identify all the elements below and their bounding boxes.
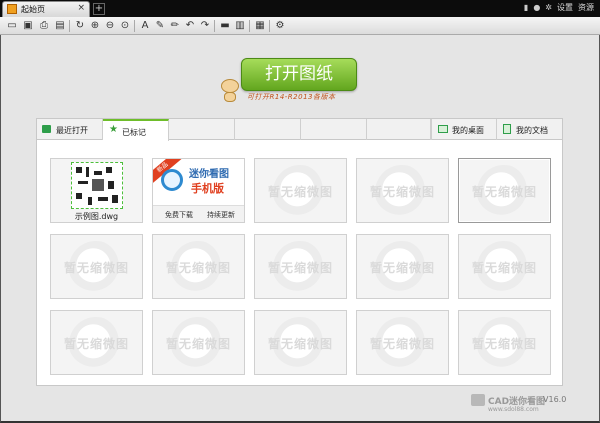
placeholder-text: 暂无缩微图 [267,185,333,199]
phone-icon[interactable]: ▮ [524,3,528,12]
toolbar-divider [134,20,135,32]
continuous-update-label: 持续更新 [207,211,235,219]
thumbnail-empty[interactable]: 暂无缩微图 [50,310,143,375]
placeholder-text: 暂无缩微图 [369,185,435,199]
toolbar-divider [249,20,250,32]
user-icon[interactable]: ● [533,3,540,12]
document-icon [503,124,511,134]
placeholder-text: 暂无缩微图 [267,261,333,275]
tab-empty [301,119,367,140]
tab-recent[interactable]: 最近打开 [37,119,103,140]
pdf-icon[interactable]: ▤ [54,20,66,32]
version-note: 可打开R14-R2013各版本 [247,93,336,101]
thumbnail-empty[interactable]: 暂无缩微图 [152,310,245,375]
tab-empty [169,119,235,140]
thumbnail-empty[interactable]: 暂无缩微图 [458,158,551,223]
layer-icon[interactable]: ▬ [219,20,231,32]
placeholder-text: 暂无缩微图 [63,337,129,351]
thumbnail-mobile-ad[interactable]: 新品 迷你看图 手机版 免费下载 持续更新 [152,158,245,223]
open-drawing-button[interactable]: 打开图纸 [241,58,357,91]
thumbnail-empty[interactable]: 暂无缩微图 [356,310,449,375]
new-tab-button[interactable]: + [93,3,105,15]
settings-link[interactable]: 设置 [557,2,573,13]
tab-marked-label: 已标记 [122,128,146,137]
placeholder-text: 暂无缩微图 [369,337,435,351]
thumbnail-caption: 示例图.dwg [74,212,119,221]
settings-icon[interactable]: ⚙ [274,20,286,32]
thumbnail-empty[interactable]: 暂无缩微图 [254,310,347,375]
zoom-in-icon[interactable]: ⊕ [89,20,101,32]
tab-documents[interactable]: 我的文档 [497,119,562,140]
layout-icon[interactable]: ▥ [234,20,246,32]
tab-label: 起始页 [21,5,45,14]
titlebar-right: ▮ ● ✲ 设置 资源 [524,2,594,13]
magnifier-icon [161,169,183,191]
thumbnail-empty[interactable]: 暂无缩微图 [458,234,551,299]
redo-icon[interactable]: ↷ [199,20,211,32]
toolbar-divider [69,20,70,32]
thumbnail-empty[interactable]: 暂无缩微图 [50,234,143,299]
star-icon: ★ [109,124,118,135]
placeholder-text: 暂无缩微图 [63,261,129,275]
open-icon[interactable]: ▭ [6,20,18,32]
toolbar-divider [269,20,270,32]
tab-empty [235,119,301,140]
mobile-subtitle: 手机版 [191,182,224,195]
tab-empty [367,119,431,140]
drawing-preview [71,162,123,209]
gear-icon[interactable]: ✲ [545,3,552,12]
zoom-out-icon[interactable]: ⊖ [104,20,116,32]
pen-icon[interactable]: ✎ [154,20,166,32]
thumbnail-empty[interactable]: 暂无缩微图 [458,310,551,375]
placeholder-text: 暂无缩微图 [471,185,537,199]
placeholder-text: 暂无缩微图 [165,261,231,275]
text-icon[interactable]: A [139,20,151,32]
file-panel: 最近打开 ★ 已标记 我的桌面 我的文档 示例图.dwg 新品 迷你看图 手机版… [36,118,563,386]
placeholder-text: 暂无缩微图 [369,261,435,275]
thumbnail-empty[interactable]: 暂无缩微图 [356,234,449,299]
tab-marked[interactable]: ★ 已标记 [103,119,169,141]
zoom-fit-icon[interactable]: ⊙ [119,20,131,32]
toolbar: ▭ ▣ ⎙ ▤ ↻ ⊕ ⊖ ⊙ A ✎ ✏ ↶ ↷ ▬ ▥ ▦ ⚙ [0,17,600,35]
mail-icon [42,125,51,133]
panel-tabs: 最近打开 ★ 已标记 我的桌面 我的文档 [37,119,562,141]
toolbar-divider [214,20,215,32]
undo-icon[interactable]: ↶ [184,20,196,32]
print-icon[interactable]: ⎙ [38,20,50,32]
pencil-icon[interactable]: ✏ [169,20,181,32]
thumbnail-empty[interactable]: 暂无缩微图 [152,234,245,299]
placeholder-text: 暂无缩微图 [471,261,537,275]
tab-close-icon[interactable]: × [77,3,85,13]
save-icon[interactable]: ▣ [22,20,34,32]
brand-icon [471,394,485,406]
tab-documents-label: 我的文档 [516,126,548,135]
tab-desktop-label: 我的桌面 [452,126,484,135]
start-page: 打开图纸 可打开R14-R2013各版本 最近打开 ★ 已标记 我的桌面 我的文… [0,35,600,423]
thumbnail-sample[interactable]: 示例图.dwg [50,158,143,223]
thumbnail-empty[interactable]: 暂无缩微图 [254,234,347,299]
tab-recent-label: 最近打开 [56,126,88,135]
app-icon [7,4,17,14]
free-download-link[interactable]: 免费下载 [165,210,193,220]
mobile-title: 迷你看图 [189,169,229,180]
brand-url: www.sdol88.com [488,406,539,413]
thumbnail-empty[interactable]: 暂无缩微图 [254,158,347,223]
resources-link[interactable]: 资源 [578,2,594,13]
placeholder-text: 暂无缩微图 [165,337,231,351]
placeholder-text: 暂无缩微图 [267,337,333,351]
title-bar: 起始页 × + ▮ ● ✲ 设置 资源 [0,0,600,17]
tab-start-page[interactable]: 起始页 × [2,1,90,17]
rotate-icon[interactable]: ↻ [74,20,86,32]
mascot-icon [220,75,240,105]
desktop-icon [438,125,448,133]
storage-icon[interactable]: ▦ [254,20,266,32]
brand-logo: CAD迷你看图 V16.0 www.sdol88.com [471,392,596,418]
thumbnail-empty[interactable]: 暂无缩微图 [356,158,449,223]
brand-version: V16.0 [543,395,567,404]
tab-desktop[interactable]: 我的桌面 [431,119,497,140]
placeholder-text: 暂无缩微图 [471,337,537,351]
